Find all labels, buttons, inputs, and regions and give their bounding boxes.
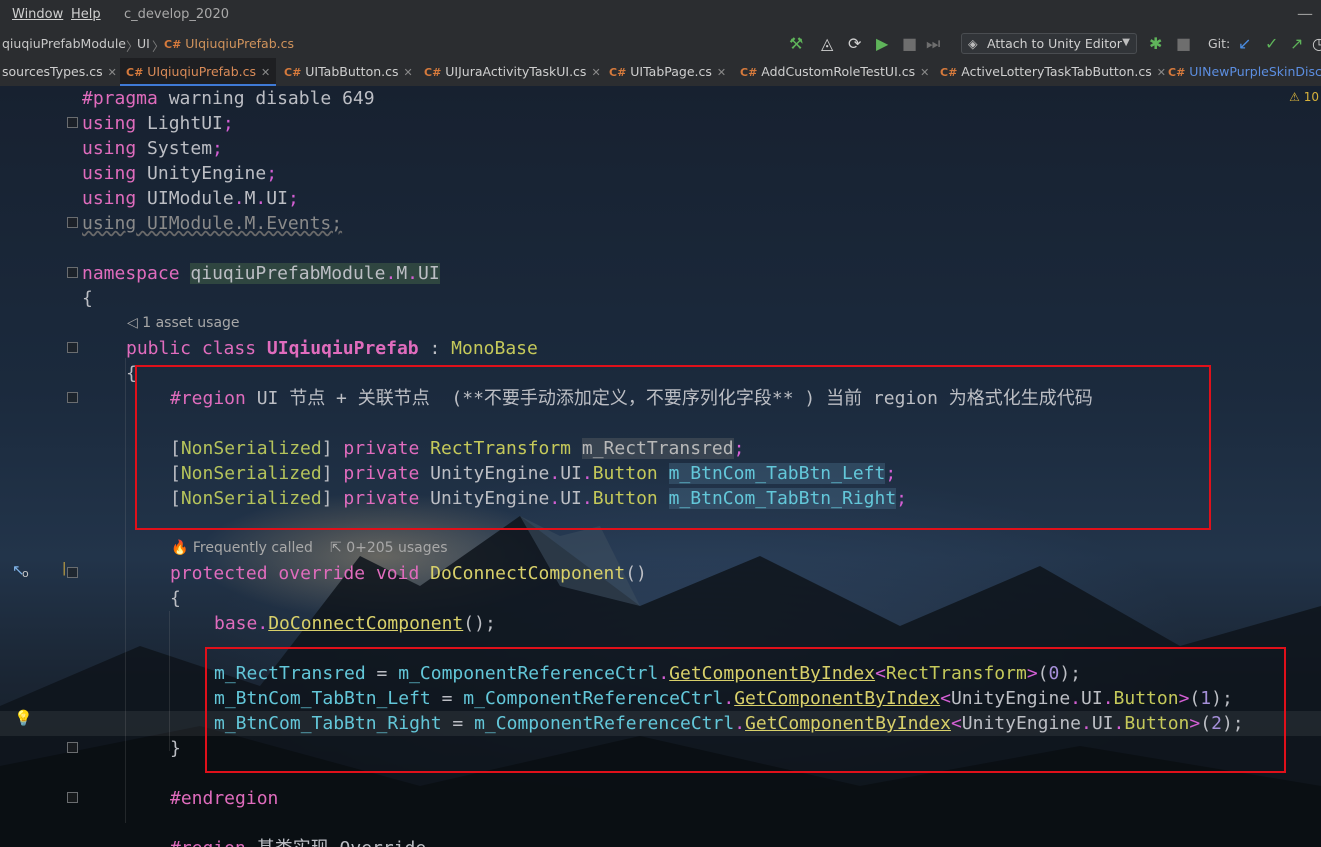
asset-usage-hint[interactable]: ◁ 1 asset usage	[127, 315, 240, 331]
debug-bug-icon[interactable]: ✱	[1149, 34, 1162, 53]
frequently-called-hint[interactable]: 🔥 Frequently called	[171, 540, 313, 556]
unity-logo-icon: ◈	[968, 36, 978, 51]
navigation-bar: qiuqiuPrefabModule 〉 UI 〉 C# UIqiuqiuPre…	[0, 30, 1321, 58]
tab-resources-types[interactable]: sourcesTypes.cs ✕	[2, 58, 117, 86]
code-line: using LightUI;	[82, 113, 234, 134]
run-icon[interactable]: ▶	[876, 34, 888, 53]
close-icon[interactable]: ✕	[404, 66, 413, 79]
git-history-icon[interactable]: ◷	[1312, 34, 1321, 53]
step-icon[interactable]: ⏭	[926, 34, 940, 54]
menu-help[interactable]: Help	[71, 7, 101, 22]
close-icon[interactable]: ✕	[591, 66, 600, 79]
git-commit-icon[interactable]: ✓	[1265, 34, 1278, 53]
build-hammer-icon[interactable]: ⚒	[789, 34, 803, 53]
code-line: protected override void DoConnectCompone…	[170, 563, 647, 584]
stop-debug-icon[interactable]: ■	[1176, 34, 1191, 53]
annotation-box-fields	[135, 365, 1211, 530]
close-icon[interactable]: ✕	[920, 66, 929, 79]
csharp-file-icon: C#	[424, 66, 442, 79]
csharp-file-icon: C#	[609, 66, 627, 79]
code-line: using UIModule.M.Events;	[82, 213, 343, 234]
annotation-box-assignments	[205, 647, 1286, 773]
code-line: using UnityEngine;	[82, 163, 278, 184]
tab-label: UITabPage.cs	[630, 64, 712, 79]
tab-label: UITabButton.cs	[305, 64, 399, 79]
chevron-down-icon: ▼	[1122, 37, 1130, 48]
code-line: #region 基类实现 Override	[0, 836, 1321, 847]
tab-ui-new-purple-skin[interactable]: C# UINewPurpleSkinDisco	[1168, 58, 1321, 86]
code-line: namespace qiuqiuPrefabModule.M.UI	[82, 263, 440, 284]
tab-ui-tab-page[interactable]: C# UITabPage.cs ✕	[609, 58, 726, 86]
breadcrumb-item-file[interactable]: C# UIqiuqiuPrefab.cs	[164, 36, 294, 51]
usages-label: 0+205 usages	[346, 540, 448, 556]
attach-to-unity-dropdown[interactable]: ◈ Attach to Unity Editor ▼	[961, 33, 1137, 54]
unity-refresh-icon[interactable]: ⟳	[848, 34, 861, 53]
close-icon[interactable]: ✕	[261, 66, 270, 79]
unity-icon[interactable]: ◬	[821, 34, 833, 53]
tab-ui-tab-button[interactable]: C# UITabButton.cs ✕	[284, 58, 413, 86]
usages-hint[interactable]: ⇱ 0+205 usages	[330, 540, 448, 556]
csharp-file-icon: C#	[1168, 66, 1186, 79]
tab-uiqiuqiu-prefab[interactable]: C# UIqiuqiuPrefab.cs ✕	[120, 58, 277, 86]
code-line: {	[82, 288, 93, 309]
tab-active-lottery[interactable]: C# ActiveLotteryTaskTabButton.cs ✕	[940, 58, 1166, 86]
tab-label: AddCustomRoleTestUI.cs	[761, 64, 916, 79]
close-icon[interactable]: ✕	[1157, 66, 1166, 79]
code-line: #pragma warning disable 649	[82, 88, 375, 109]
code-line: using UIModule.M.UI;	[82, 188, 299, 209]
git-update-icon[interactable]: ↙	[1238, 34, 1251, 53]
editor-tab-bar: sourcesTypes.cs ✕ C# UIqiuqiuPrefab.cs ✕ C…	[0, 58, 1321, 87]
menu-bar: Window Help c_develop_2020 —	[0, 0, 1321, 30]
frequently-called-label: Frequently called	[192, 540, 313, 556]
code-line: public class UIqiuqiuPrefab : MonoBase	[126, 338, 538, 359]
code-line: #endregion	[170, 788, 279, 809]
breadcrumb-item-ui[interactable]: UI	[137, 36, 150, 51]
tab-label: sourcesTypes.cs	[2, 64, 103, 79]
code-line: {	[170, 588, 181, 609]
csharp-file-icon: C#	[740, 66, 758, 79]
tab-label: UIqiuqiuPrefab.cs	[147, 64, 257, 79]
asset-usage-label: 1 asset usage	[142, 315, 240, 331]
close-icon[interactable]: ✕	[108, 66, 117, 79]
csharp-file-icon: C#	[126, 66, 144, 79]
git-label: Git:	[1208, 36, 1231, 51]
stop-icon[interactable]: ■	[902, 34, 917, 53]
tab-label: ActiveLotteryTaskTabButton.cs	[961, 64, 1152, 79]
csharp-file-icon: C#	[940, 66, 958, 79]
menu-window-label: Window	[12, 7, 64, 22]
breadcrumb-item-module[interactable]: qiuqiuPrefabModule	[2, 36, 126, 51]
attach-label: Attach to Unity Editor	[987, 36, 1122, 51]
git-push-icon[interactable]: ↗	[1290, 34, 1303, 53]
minimize-icon[interactable]: —	[1297, 4, 1313, 23]
breadcrumb-file-label: UIqiuqiuPrefab.cs	[185, 36, 295, 51]
close-icon[interactable]: ✕	[717, 66, 726, 79]
tab-ui-jura-activity[interactable]: C# UIJuraActivityTaskUI.cs ✕	[424, 58, 601, 86]
code-line: base.DoConnectComponent();	[214, 613, 496, 634]
breadcrumb-separator-icon: 〉	[152, 39, 165, 54]
menu-window[interactable]: Window	[12, 7, 63, 22]
tab-label: UINewPurpleSkinDisco	[1189, 64, 1321, 79]
csharp-file-icon: C#	[164, 38, 182, 51]
menu-help-label: Help	[71, 7, 101, 22]
code-editor[interactable]: ⚠ 10 ↖ o 💡 | #pragma warning disable 649…	[0, 86, 1321, 847]
tab-label: UIJuraActivityTaskUI.cs	[445, 64, 587, 79]
tab-add-custom-role[interactable]: C# AddCustomRoleTestUI.cs ✕	[740, 58, 929, 86]
code-line: using System;	[82, 138, 223, 159]
csharp-file-icon: C#	[284, 66, 302, 79]
project-name: c_develop_2020	[124, 7, 229, 22]
